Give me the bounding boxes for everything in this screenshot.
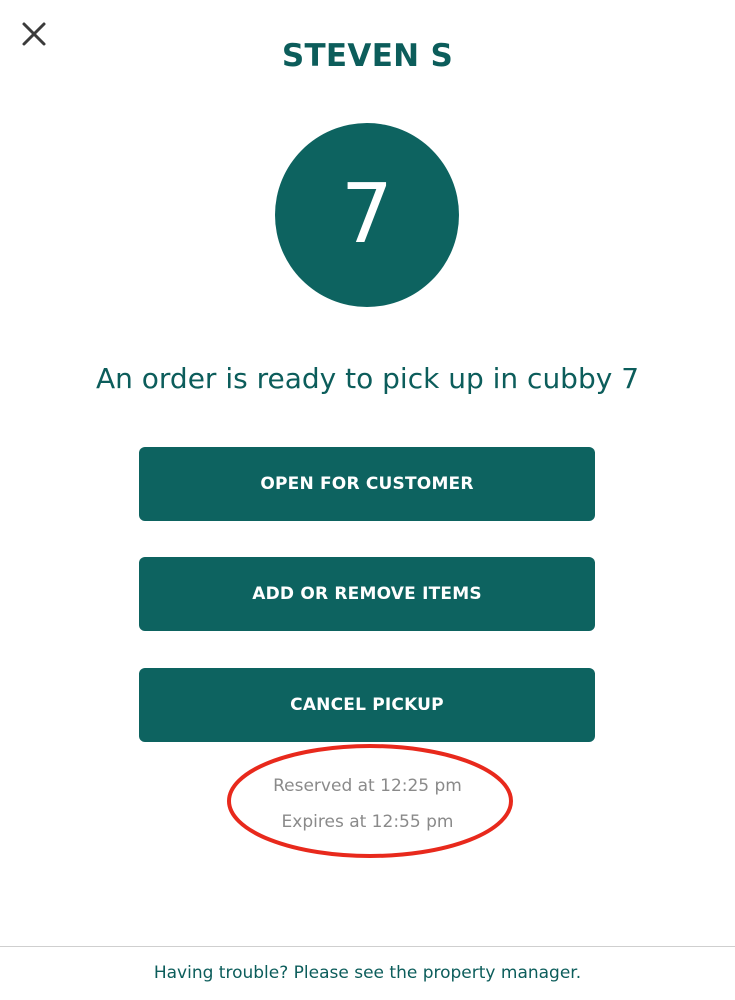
highlight-annotation-ellipse xyxy=(227,744,513,858)
help-footer-text: Having trouble? Please see the property … xyxy=(153,963,582,983)
cubby-number-badge: 7 xyxy=(275,123,459,307)
footer-divider xyxy=(0,946,735,947)
customer-name-title: STEVEN S xyxy=(281,38,454,74)
expires-time: Expires at 12:55 pm xyxy=(281,812,454,832)
reserved-time: Reserved at 12:25 pm xyxy=(273,776,462,796)
cubby-number: 7 xyxy=(340,167,394,262)
cancel-pickup-button[interactable]: CANCEL PICKUP xyxy=(139,668,595,742)
order-ready-message: An order is ready to pick up in cubby 7 xyxy=(95,362,640,395)
pickup-dialog: STEVEN S 7 An order is ready to pick up … xyxy=(0,0,735,1000)
add-or-remove-items-button[interactable]: ADD OR REMOVE ITEMS xyxy=(139,557,595,631)
open-for-customer-button[interactable]: OPEN FOR CUSTOMER xyxy=(139,447,595,521)
